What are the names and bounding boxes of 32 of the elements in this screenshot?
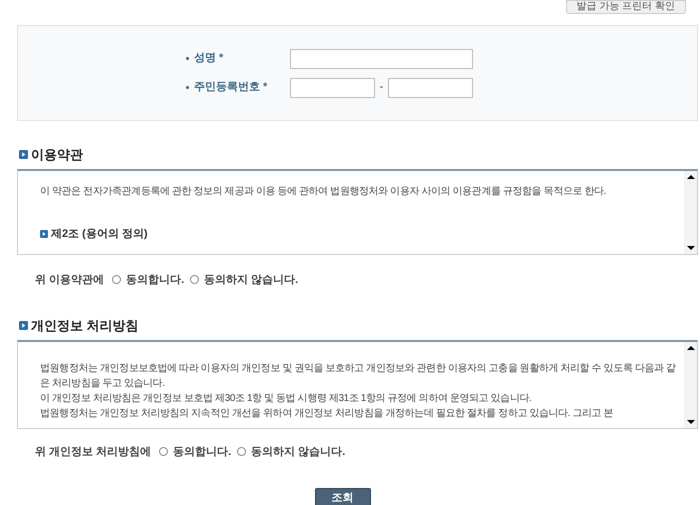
id-number-input[interactable] [388,78,473,98]
search-button[interactable]: 조회 [314,488,370,505]
radio-option[interactable]: 동의하지 않습니다. [190,272,298,288]
bullet-icon [19,150,28,160]
body-text: 이 개인정보 처리방침은 개인정보 보호법 제30조 1항 및 동법 시행령 제31조 1항의 규정에 의하여 운영되고 있습니다. [40,392,532,406]
radio-option[interactable]: 동의하지 않습니다. [237,444,346,460]
consent-prompt: 위 개인정보 처리방침에 [35,444,152,460]
field-label: 성명 * [194,51,224,66]
article-heading: 제2조 (용어의 정의) [51,226,148,242]
section-title: 개인정보 처리방침 [31,317,139,335]
radio-option[interactable]: 동의합니다. [112,272,184,288]
body-text: 이 약관은 전자가족관계등록에 관한 정보의 제공과 이용 등에 관하여 법원행정처와 이용자 사이의 이용관계를 규정함을 목적으로 한다. [40,184,608,198]
scrollbar[interactable] [684,342,697,428]
section-title: 이용약관 [31,146,83,164]
radio-button[interactable] [112,275,122,284]
id-number-input[interactable] [290,78,375,98]
scrollbar[interactable] [684,170,697,254]
printer-check-button[interactable]: 발급 가능 프린터 확인 [566,0,686,14]
dash-separator: - [378,80,384,96]
name-input[interactable] [290,48,473,68]
radio-option[interactable]: 동의합니다. [159,444,232,460]
radio-button[interactable] [237,447,246,456]
radio-button[interactable] [190,275,200,284]
field-label: 주민등록번호 * [194,80,268,96]
bullet-icon [19,321,28,330]
body-text: 법원행정처는 개인정보 처리방침의 지속적인 개선을 위하여 개인정보 처리방침을 개정하는데 필요한 절차를 정하고 있습니다. 그리고 본 [40,406,614,420]
body-text: 법원행정처는 개인정보보호법에 따라 이용자의 개인정보 및 권익을 보호하고 개인정보와 관련한 이용자의 고충을 원활하게 처리할 수 있도록 다음과 같은 처리방침을 두고 있습니다. [40,362,677,390]
radio-button[interactable] [159,447,168,456]
bullet-icon [186,86,189,89]
bullet-icon [186,57,189,60]
bullet-icon [40,230,48,238]
consent-prompt: 위 이용약관에 [35,272,104,288]
